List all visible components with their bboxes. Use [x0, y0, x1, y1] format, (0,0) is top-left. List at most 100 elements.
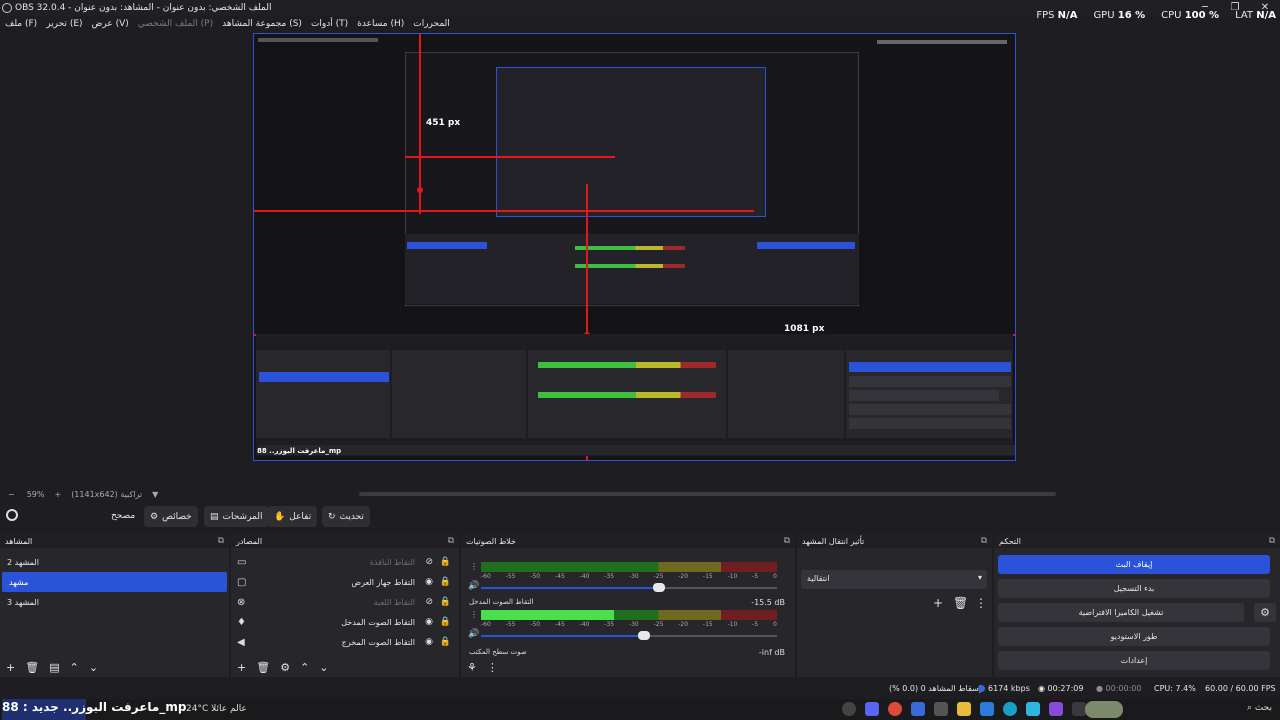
preview-horizontal-scrollbar[interactable]: [359, 492, 1056, 496]
undock-icon[interactable]: ⧉: [1269, 536, 1275, 546]
gear-icon: ⚙: [150, 511, 159, 522]
search-icon: ⌕: [1246, 703, 1255, 713]
menu-item[interactable]: ملف (F): [5, 19, 37, 29]
edge-icon[interactable]: [1003, 702, 1017, 716]
mixer-link-icon[interactable]: ⚘: [467, 661, 477, 674]
eye-icon[interactable]: ◉: [425, 637, 433, 647]
zoom-in-button[interactable]: +: [54, 490, 61, 499]
mixer-menu-icon[interactable]: ⋮: [487, 661, 498, 674]
volume-knob[interactable]: [652, 583, 665, 592]
taskbar-search[interactable]: ⌕ بحث: [1247, 703, 1272, 713]
eye-icon[interactable]: ◉: [425, 617, 433, 627]
add-scene-button[interactable]: +: [6, 661, 15, 674]
lock-icon[interactable]: 🔒: [440, 557, 451, 567]
volume-slider[interactable]: [481, 631, 777, 640]
zoom-level: 59%: [26, 489, 45, 499]
virtual-camera-button[interactable]: تشغيل الكاميرا الافتراضية: [998, 603, 1244, 622]
eye-icon[interactable]: ◉: [425, 577, 433, 587]
source-item[interactable]: ▭ التقاط النافذة ⊘ 🔒: [231, 552, 459, 572]
volume-slider[interactable]: [481, 583, 777, 592]
refresh-button[interactable]: ↻ تحديث: [322, 506, 370, 527]
lock-icon[interactable]: 🔒: [440, 617, 451, 627]
stop-stream-button[interactable]: إيقاف البث: [998, 555, 1270, 574]
menu-item[interactable]: أدوات (T): [311, 19, 348, 29]
channel-menu-icon[interactable]: ⋮: [470, 562, 478, 571]
scene-item[interactable]: المشهد 2: [0, 552, 229, 572]
menu-item[interactable]: مجموعة المشاهد (S): [222, 19, 302, 29]
source-label: التقاط الصوت المخرج: [341, 637, 415, 647]
move-up-button[interactable]: ⌃: [300, 661, 309, 674]
zoom-out-button[interactable]: −: [8, 490, 15, 499]
weather-widget[interactable]: 24°C عالم عائلا: [186, 704, 247, 714]
filter-icon: ▤: [210, 511, 219, 522]
menu-item[interactable]: الملف الشخصي (P): [138, 19, 213, 29]
undock-icon[interactable]: ⧉: [218, 536, 224, 546]
filters-button[interactable]: ▤ المرشحات: [204, 506, 269, 527]
undock-icon[interactable]: ⧉: [448, 536, 454, 546]
virtual-camera-settings-icon[interactable]: ⚙: [1254, 603, 1276, 622]
start-record-button[interactable]: بدء التسجيل: [998, 579, 1270, 598]
lat-stat: LAT N/A: [1235, 10, 1276, 21]
scene-item[interactable]: المشهد 3: [0, 592, 229, 612]
transition-select[interactable]: انتقالية ▾: [801, 570, 987, 589]
lock-icon[interactable]: 🔒: [440, 597, 451, 607]
chevron-down-icon[interactable]: ▼: [152, 490, 158, 499]
scale-tick: -35: [604, 573, 615, 580]
media-icon[interactable]: [934, 702, 948, 716]
add-transition-button[interactable]: +: [933, 596, 943, 610]
scale-tick: -20: [678, 621, 689, 628]
properties-button[interactable]: ⚙ خصائص: [144, 506, 198, 527]
move-down-button[interactable]: ⌄: [319, 661, 328, 674]
properties-label: خصائص: [162, 511, 192, 522]
remove-transition-button[interactable]: 🗑: [953, 596, 968, 610]
discord-icon[interactable]: [865, 702, 879, 716]
mail-icon[interactable]: [980, 702, 994, 716]
browser-icon[interactable]: [1026, 702, 1040, 716]
menu-item[interactable]: تحرير (E): [46, 19, 82, 29]
refresh-label: تحديث: [339, 511, 364, 522]
lock-icon[interactable]: 🔒: [440, 577, 451, 587]
obs-taskbar-icon[interactable]: [842, 702, 856, 716]
speaker-icon[interactable]: 🔊: [468, 581, 479, 591]
settings-button[interactable]: إعدادات: [998, 651, 1270, 670]
speaker-icon[interactable]: 🔊: [468, 629, 479, 639]
undock-icon[interactable]: ⧉: [981, 536, 987, 546]
folder-icon[interactable]: [957, 702, 971, 716]
source-item[interactable]: ⊗ التقاط اللعبة ⊘ 🔒: [231, 592, 459, 612]
chrome-icon[interactable]: [888, 702, 902, 716]
transition-menu-icon[interactable]: ⋮: [975, 596, 987, 610]
program-preview[interactable]: 451 px 1081 px ماعرفت البوزر.. 88_mp: [253, 33, 1016, 461]
source-item[interactable]: ♦ التقاط الصوت المدخل ◉ 🔒: [231, 612, 459, 632]
menu-item[interactable]: المحررات: [413, 19, 450, 29]
source-label: التقاط الصوت المدخل: [341, 617, 415, 627]
eye-off-icon[interactable]: ⊘: [425, 557, 433, 567]
mixer-channel: ⋮ -60 -55 -50 -45 -40 -35 -30 -25 -20 -15 -10 -5 0 🔊: [461, 548, 795, 598]
source-properties-button[interactable]: ⚙: [280, 661, 290, 674]
channel-menu-icon[interactable]: ⋮: [470, 610, 478, 619]
add-source-button[interactable]: +: [237, 661, 246, 674]
store-icon[interactable]: [911, 702, 925, 716]
undock-icon[interactable]: ⧉: [784, 536, 790, 546]
volume-knob[interactable]: [637, 631, 650, 640]
scene-filters-button[interactable]: ▤: [49, 661, 59, 674]
menu-item[interactable]: عرض (V): [92, 19, 129, 29]
stream-thumbnail[interactable]: [1085, 701, 1123, 718]
eye-off-icon[interactable]: ⊘: [425, 597, 433, 607]
move-up-button[interactable]: ⌃: [70, 661, 79, 674]
source-item[interactable]: ◀ التقاط الصوت المخرج ◉ 🔒: [231, 632, 459, 652]
remove-scene-button[interactable]: 🗑: [25, 661, 39, 674]
mixer-dock-header: خلاط الصوتيات ⧉: [461, 534, 795, 548]
monitor-icon: ▢: [237, 576, 247, 588]
move-down-button[interactable]: ⌄: [89, 661, 98, 674]
app-icon[interactable]: [1049, 702, 1063, 716]
task-view-icon[interactable]: [1072, 702, 1086, 716]
studio-mode-button[interactable]: طور الاستوديو: [998, 627, 1270, 646]
window-title-text: OBS 32.0.4 - الملف الشخصي: بدون عنوان - …: [15, 3, 272, 13]
remove-source-button[interactable]: 🗑: [256, 661, 270, 674]
scene-item[interactable]: مشهد: [2, 572, 227, 592]
distance-label-451: 451 px: [426, 118, 461, 128]
menu-item[interactable]: مساعدة (H): [357, 19, 404, 29]
lock-icon[interactable]: 🔒: [440, 637, 451, 647]
interact-button[interactable]: ✋ تفاعل: [268, 506, 318, 527]
source-item[interactable]: ▢ التقاط جهاز العرض ◉ 🔒: [231, 572, 459, 592]
